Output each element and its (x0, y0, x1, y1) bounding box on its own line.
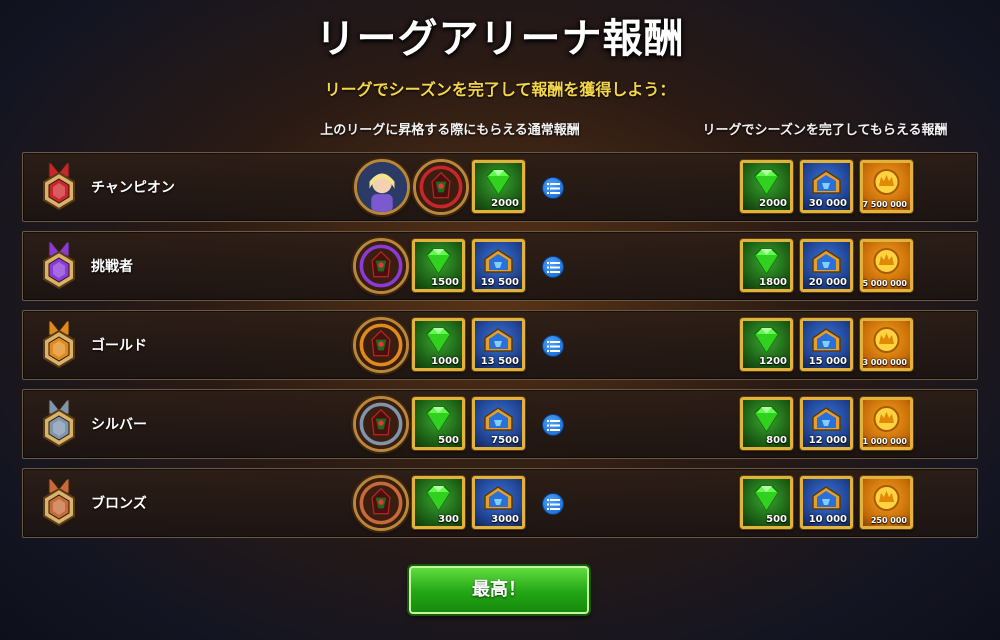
season-gold-reward[interactable]: 1 000 000 (860, 397, 913, 450)
reward-quantity: 1800 (759, 277, 787, 288)
info-button[interactable] (542, 414, 564, 436)
info-button[interactable] (542, 177, 564, 199)
reward-quantity: 500 (438, 435, 459, 446)
info-button[interactable] (542, 335, 564, 357)
season-gold-reward[interactable]: 5 000 000 (860, 239, 913, 292)
season-rewards-header: リーグでシーズンを完了してもらえる報酬 (702, 123, 948, 138)
reward-quantity: 20 000 (808, 277, 847, 288)
reward-quantity: 7 500 000 (862, 200, 907, 209)
tier-name: シルバー (91, 417, 147, 433)
reward-quantity: 3 000 000 (862, 358, 907, 367)
tier-row-bronze: ブロンズ 300 3000 500 10 000 250 000 (22, 468, 978, 538)
season-gold-reward[interactable]: 3 000 000 (860, 318, 913, 371)
promotion-gem-reward[interactable]: 500 (412, 397, 465, 450)
tier-name: ブロンズ (91, 496, 147, 512)
season-chest-reward[interactable]: 12 000 (800, 397, 853, 450)
page-title: リーグアリーナ報酬 (315, 16, 685, 62)
tier-name: ゴールド (91, 338, 147, 354)
promotion-gem-reward[interactable]: 1000 (412, 318, 465, 371)
reward-quantity: 1000 (431, 356, 459, 367)
season-gold-reward[interactable]: 250 000 (860, 476, 913, 529)
season-chest-reward[interactable]: 20 000 (800, 239, 853, 292)
promotion-gem-reward[interactable]: 1500 (412, 239, 465, 292)
reward-quantity: 1200 (759, 356, 787, 367)
info-button[interactable] (542, 256, 564, 278)
reward-quantity: 13 500 (480, 356, 519, 367)
info-button[interactable] (542, 493, 564, 515)
promotion-chest-reward[interactable]: 3000 (472, 476, 525, 529)
tier-name: チャンピオン (91, 180, 175, 196)
bronze-frame-icon[interactable] (353, 475, 409, 531)
season-gem-reward[interactable]: 500 (740, 476, 793, 529)
tier-row-gold: ゴールド 1000 13 500 1200 15 000 3 000 000 (22, 310, 978, 380)
best-button[interactable]: 最高！ (409, 566, 589, 614)
promotion-chest-reward[interactable]: 19 500 (472, 239, 525, 292)
season-gold-reward[interactable]: 7 500 000 (860, 160, 913, 213)
promotion-gem-reward[interactable]: 2000 (472, 160, 525, 213)
season-gem-reward[interactable]: 1800 (740, 239, 793, 292)
reward-quantity: 7500 (491, 435, 519, 446)
reward-quantity: 19 500 (480, 277, 519, 288)
reward-quantity: 15 000 (808, 356, 847, 367)
reward-quantity: 5 000 000 (862, 279, 907, 288)
reward-quantity: 1500 (431, 277, 459, 288)
champion-medal-icon (39, 162, 79, 213)
reward-quantity: 30 000 (808, 198, 847, 209)
season-chest-reward[interactable]: 10 000 (800, 476, 853, 529)
reward-quantity: 2000 (491, 198, 519, 209)
reward-quantity: 3000 (491, 514, 519, 525)
silver-frame-icon[interactable] (353, 396, 409, 452)
reward-quantity: 2000 (759, 198, 787, 209)
season-chest-reward[interactable]: 15 000 (800, 318, 853, 371)
challenger-frame-icon[interactable] (353, 238, 409, 294)
promotion-gem-reward[interactable]: 300 (412, 476, 465, 529)
gold-frame-icon[interactable] (353, 317, 409, 373)
season-gem-reward[interactable]: 1200 (740, 318, 793, 371)
hero-avatar-icon[interactable] (354, 159, 410, 215)
promotion-chest-reward[interactable]: 13 500 (472, 318, 525, 371)
reward-quantity: 500 (766, 514, 787, 525)
reward-quantity: 300 (438, 514, 459, 525)
tier-name: 挑戦者 (91, 259, 133, 275)
reward-quantity: 800 (766, 435, 787, 446)
tier-row-champion: チャンピオン 2000 2000 30 000 7 500 000 (22, 152, 978, 222)
reward-quantity: 250 000 (870, 516, 907, 525)
reward-quantity: 12 000 (808, 435, 847, 446)
season-gem-reward[interactable]: 2000 (740, 160, 793, 213)
promotion-rewards-header: 上のリーグに昇格する際にもらえる通常報酬 (320, 123, 580, 138)
tier-row-silver: シルバー 500 7500 800 12 000 1 000 000 (22, 389, 978, 459)
promotion-chest-reward[interactable]: 7500 (472, 397, 525, 450)
silver-medal-icon (39, 399, 79, 450)
tier-row-challenger: 挑戦者 1500 19 500 1800 20 000 5 000 000 (22, 231, 978, 301)
bronze-medal-icon (39, 478, 79, 529)
page-subtitle: リーグでシーズンを完了して報酬を獲得しよう： (324, 80, 676, 99)
champion-frame-icon[interactable] (413, 159, 469, 215)
season-gem-reward[interactable]: 800 (740, 397, 793, 450)
season-chest-reward[interactable]: 30 000 (800, 160, 853, 213)
reward-quantity: 10 000 (808, 514, 847, 525)
reward-quantity: 1 000 000 (862, 437, 907, 446)
gold-medal-icon (39, 320, 79, 371)
challenger-medal-icon (39, 241, 79, 292)
